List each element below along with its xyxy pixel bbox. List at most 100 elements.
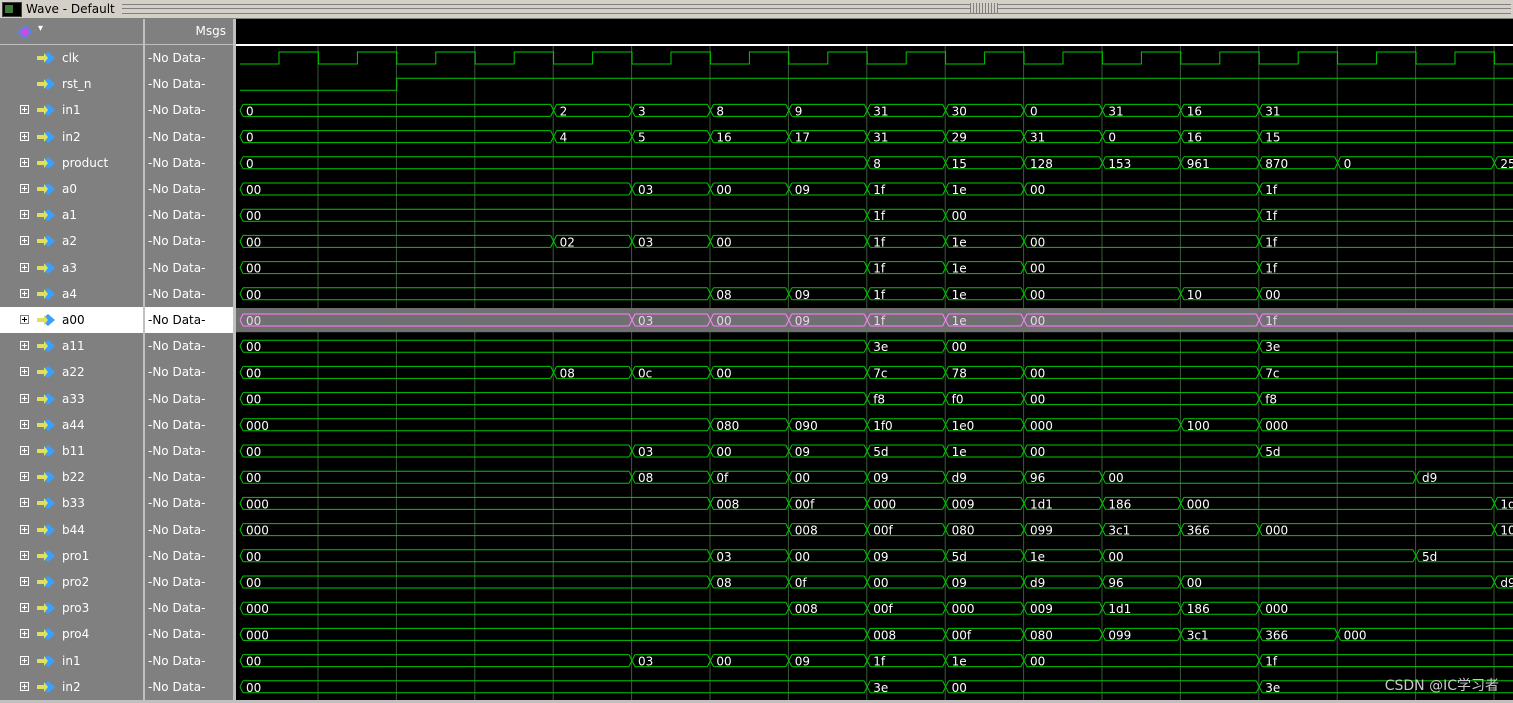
bus-value-label: 09 bbox=[795, 655, 810, 669]
bus-value-label: 00 bbox=[1030, 183, 1045, 197]
bus-value-label: 099 bbox=[1030, 524, 1053, 538]
internal-signal-icon bbox=[36, 495, 56, 514]
signal-row-in2[interactable]: in2 bbox=[0, 124, 143, 150]
expand-icon[interactable] bbox=[20, 446, 29, 455]
internal-signal-icon bbox=[36, 469, 56, 488]
bus-value-label: 00 bbox=[873, 576, 888, 590]
internal-signal-icon bbox=[36, 260, 56, 279]
bus-value-label: 0f bbox=[716, 471, 729, 485]
signal-row-in1[interactable]: in1 bbox=[0, 97, 143, 123]
title-bar[interactable]: Wave - Default bbox=[0, 0, 1513, 19]
bus-segment bbox=[239, 234, 551, 248]
bus-value-label: 00 bbox=[1108, 471, 1123, 485]
signal-row-b11[interactable]: b11 bbox=[0, 438, 143, 464]
bus-value-label: 00 bbox=[246, 576, 261, 590]
input-signal-icon bbox=[36, 76, 56, 95]
expand-icon[interactable] bbox=[20, 550, 29, 560]
expand-icon[interactable] bbox=[20, 393, 29, 403]
expand-icon[interactable] bbox=[20, 184, 29, 193]
bus-segment bbox=[239, 418, 708, 432]
signal-row-b33[interactable]: b33 bbox=[0, 490, 143, 516]
signal-group-icon[interactable] bbox=[16, 24, 34, 43]
signal-row-a11[interactable]: a11 bbox=[0, 333, 143, 359]
bus-value-label: 1e bbox=[952, 288, 967, 302]
bus-segment bbox=[945, 208, 1257, 222]
title-bar-grip[interactable] bbox=[970, 3, 998, 13]
bus-segment bbox=[1023, 261, 1257, 275]
waveform-pane[interactable]: 0 2 3 8 9 31 30 0 31 16 31 0 4 5 16 17 31 29 31 0 16 15 0 8 15 12… bbox=[236, 19, 1513, 703]
expand-icon[interactable] bbox=[20, 655, 29, 665]
signal-row-in1[interactable]: in1 bbox=[0, 648, 143, 674]
bus-value-label: 1e bbox=[952, 655, 967, 669]
expand-icon[interactable] bbox=[20, 288, 29, 298]
bus-segment bbox=[1258, 418, 1513, 432]
signal-row-a00[interactable]: a00 bbox=[0, 307, 143, 333]
bus-value-label: 00 bbox=[1265, 288, 1280, 302]
expand-icon[interactable] bbox=[20, 157, 29, 167]
signal-row-rst_n[interactable]: rst_n bbox=[0, 71, 143, 97]
expand-icon[interactable] bbox=[20, 131, 29, 141]
expand-icon[interactable] bbox=[20, 367, 29, 377]
bus-value-label: 08 bbox=[638, 471, 653, 485]
bus-segment bbox=[945, 339, 1257, 353]
bus-value-label: 3e bbox=[873, 340, 888, 354]
bus-value-label: 008 bbox=[795, 602, 818, 616]
bus-segment bbox=[239, 523, 786, 537]
internal-signal-icon bbox=[36, 286, 56, 305]
signal-row-b22[interactable]: b22 bbox=[0, 464, 143, 490]
bus-segment bbox=[239, 392, 865, 406]
expand-icon[interactable] bbox=[20, 315, 29, 324]
signal-msg: -No Data- bbox=[148, 155, 206, 170]
signal-row-a33[interactable]: a33 bbox=[0, 386, 143, 412]
bus-value-label: 1f bbox=[873, 262, 886, 276]
signal-row-a44[interactable]: a44 bbox=[0, 412, 143, 438]
signal-row-a22[interactable]: a22 bbox=[0, 359, 143, 385]
bus-value-label: 1e0 bbox=[952, 419, 975, 433]
expand-icon[interactable] bbox=[20, 105, 29, 115]
title-bar-rule bbox=[122, 4, 1511, 14]
expand-icon[interactable] bbox=[20, 603, 29, 613]
signal-row-pro4[interactable]: pro4 bbox=[0, 621, 143, 647]
names-header: ▾ bbox=[0, 19, 143, 45]
signal-row-a0[interactable]: a0 bbox=[0, 176, 143, 202]
chevron-down-icon[interactable]: ▾ bbox=[38, 23, 43, 34]
expand-icon[interactable] bbox=[20, 681, 29, 691]
bus-value-label: 0f bbox=[795, 576, 808, 590]
expand-icon[interactable] bbox=[20, 236, 29, 246]
signal-row-pro1[interactable]: pro1 bbox=[0, 543, 143, 569]
internal-signal-icon bbox=[36, 417, 56, 436]
signal-name: pro3 bbox=[62, 601, 90, 616]
signal-row-pro3[interactable]: pro3 bbox=[0, 595, 143, 621]
bus-value-label: 09 bbox=[795, 183, 810, 197]
signal-row-a4[interactable]: a4 bbox=[0, 281, 143, 307]
bus-value-label: 00 bbox=[795, 550, 810, 564]
msg-row-pro2: -No Data- bbox=[145, 569, 233, 595]
bus-segment bbox=[1258, 365, 1513, 379]
expand-icon[interactable] bbox=[20, 472, 29, 482]
expand-icon[interactable] bbox=[20, 262, 29, 272]
bus-segment bbox=[239, 339, 865, 353]
signal-row-pro2[interactable]: pro2 bbox=[0, 569, 143, 595]
expand-icon[interactable] bbox=[20, 210, 29, 220]
waveform-canvas[interactable]: 0 2 3 8 9 31 30 0 31 16 310 4 5 16 17 31 29 31 0 16 150 8 15 12… bbox=[236, 19, 1513, 703]
internal-signal-icon bbox=[36, 443, 56, 462]
signal-row-product[interactable]: product bbox=[0, 150, 143, 176]
bus-value-label: 30 bbox=[952, 104, 967, 118]
expand-icon[interactable] bbox=[20, 341, 29, 351]
signal-msg: -No Data- bbox=[148, 103, 206, 118]
signal-row-a3[interactable]: a3 bbox=[0, 255, 143, 281]
signal-names-pane: ▾ clk rst_n in1 in2 product a0 a1 a2 a3 a4 a00 a11 a… bbox=[0, 19, 145, 703]
signal-row-in2[interactable]: in2 bbox=[0, 674, 143, 700]
signal-row-a2[interactable]: a2 bbox=[0, 228, 143, 254]
signal-row-clk[interactable]: clk bbox=[0, 45, 143, 71]
signal-msg: -No Data- bbox=[148, 51, 206, 65]
internal-signal-icon bbox=[36, 522, 56, 541]
signal-row-b44[interactable]: b44 bbox=[0, 517, 143, 543]
expand-icon[interactable] bbox=[20, 629, 29, 639]
signal-row-a1[interactable]: a1 bbox=[0, 202, 143, 228]
expand-icon[interactable] bbox=[20, 524, 29, 534]
expand-icon[interactable] bbox=[20, 419, 29, 429]
signal-name: b33 bbox=[62, 496, 85, 511]
expand-icon[interactable] bbox=[20, 498, 29, 508]
expand-icon[interactable] bbox=[20, 577, 29, 586]
